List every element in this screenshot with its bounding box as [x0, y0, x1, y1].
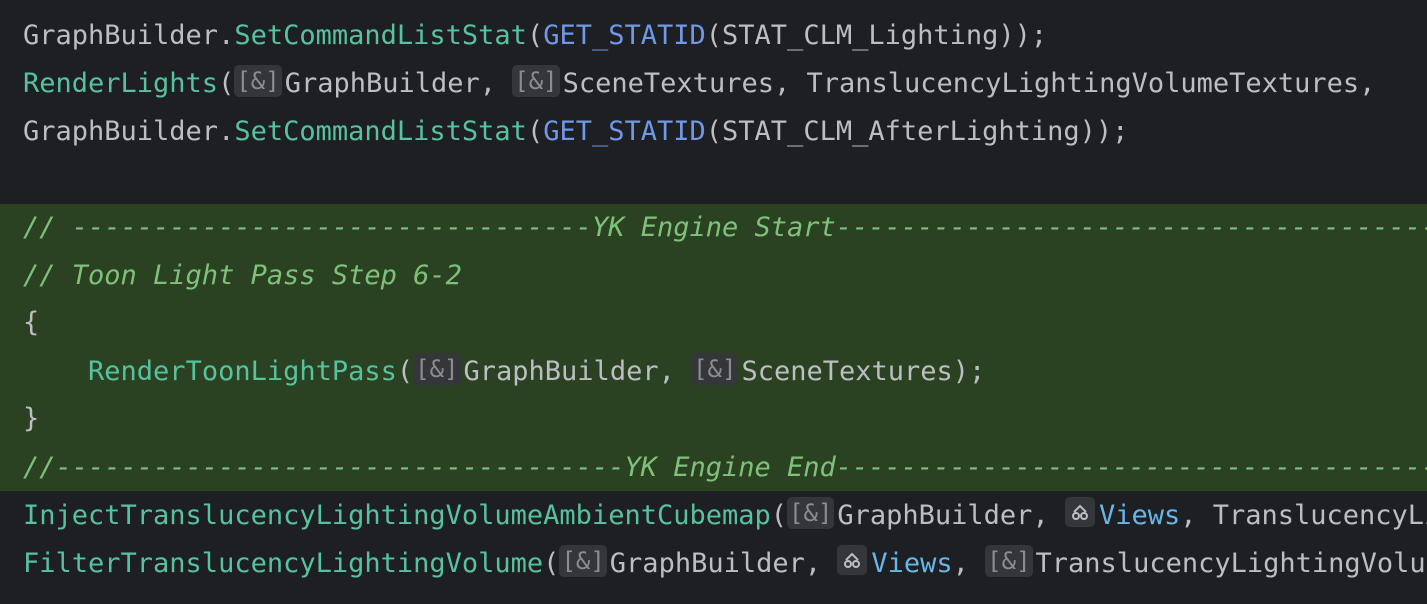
identifier: GraphBuilder [23, 116, 219, 147]
macro-call: GET_STATID [543, 20, 706, 51]
argument: GraphBuilder, [837, 500, 1065, 531]
inlay-hint-ref: [&] [413, 353, 461, 385]
punctuation: . [218, 20, 235, 51]
argument: (STAT_CLM_Lighting)); [705, 20, 1048, 51]
function-call: RenderToonLightPass [88, 356, 397, 387]
close-brace: } [23, 403, 40, 434]
parameter-reference: Views [871, 548, 953, 579]
punctuation: ( [543, 548, 560, 579]
punctuation: ( [396, 356, 414, 387]
argument: TranslucencyLightingVolumeTextures); [1035, 548, 1427, 579]
inlay-hint-ref: [&] [985, 545, 1033, 577]
function-call: InjectTranslucencyLightingVolumeAmbientC… [23, 500, 771, 531]
argument: SceneTextures, TranslucencyLightingVolum… [562, 68, 1376, 99]
comment: //-----------------------------------YK … [23, 452, 1427, 483]
method-call: SetCommandListStat [234, 116, 527, 147]
parameter-reference: Views [1098, 500, 1181, 531]
argument: GraphBuilder, [284, 68, 513, 99]
punctuation: ( [218, 68, 235, 99]
code-editor[interactable]: GraphBuilder.SetCommandListStat(GET_STAT… [0, 0, 1427, 604]
code-line-9[interactable]: } [0, 395, 1427, 443]
inlay-hint-ref: [&] [234, 65, 282, 97]
code-line-8[interactable]: RenderToonLightPass([&] GraphBuilder, [&]… [0, 348, 1427, 396]
argument: (STAT_CLM_AfterLighting)); [705, 116, 1129, 147]
comment: // --------------------------------YK En… [23, 212, 1427, 243]
separator: , [952, 548, 986, 579]
code-line-10[interactable]: //-----------------------------------YK … [0, 444, 1427, 492]
code-line-12[interactable]: FilterTranslucencyLightingVolume([&] Grap… [0, 540, 1427, 588]
punctuation: ( [526, 116, 544, 147]
punctuation: ( [770, 500, 788, 531]
inlay-hint-ref: [&] [691, 353, 739, 385]
argument: GraphBuilder, [609, 548, 838, 579]
code-line-6[interactable]: // Toon Light Pass Step 6-2 [0, 252, 1427, 300]
function-call: RenderLights [23, 68, 219, 99]
punctuation: ( [526, 20, 544, 51]
code-line-1[interactable]: GraphBuilder.SetCommandListStat(GET_STAT… [0, 12, 1427, 60]
code-line-7[interactable]: { [0, 299, 1427, 347]
argument: SceneTextures); [741, 356, 986, 387]
identifier: GraphBuilder [23, 20, 219, 51]
open-brace: { [23, 307, 40, 338]
function-call: FilterTranslucencyLightingVolume [23, 548, 544, 579]
code-line-2[interactable]: RenderLights([&] GraphBuilder, [&] SceneTe… [0, 60, 1427, 108]
method-call: SetCommandListStat [234, 20, 527, 51]
mutable-parameter-icon [1064, 497, 1095, 527]
code-line-11[interactable]: InjectTranslucencyLightingVolumeAmbientC… [0, 492, 1427, 540]
code-line-3[interactable]: GraphBuilder.SetCommandListStat(GET_STAT… [0, 108, 1427, 156]
macro-call: GET_STATID [543, 116, 706, 147]
punctuation: . [218, 116, 235, 147]
code-line-5[interactable]: // --------------------------------YK En… [0, 204, 1427, 252]
inlay-hint-ref: [&] [787, 497, 835, 529]
argument: , TranslucencyLightingVolumeTextures); [1180, 500, 1427, 531]
mutable-parameter-icon [837, 545, 868, 575]
argument: GraphBuilder, [463, 356, 692, 387]
comment: // Toon Light Pass Step 6-2 [23, 260, 462, 291]
inlay-hint-ref: [&] [512, 65, 560, 97]
inlay-hint-ref: [&] [559, 545, 607, 577]
